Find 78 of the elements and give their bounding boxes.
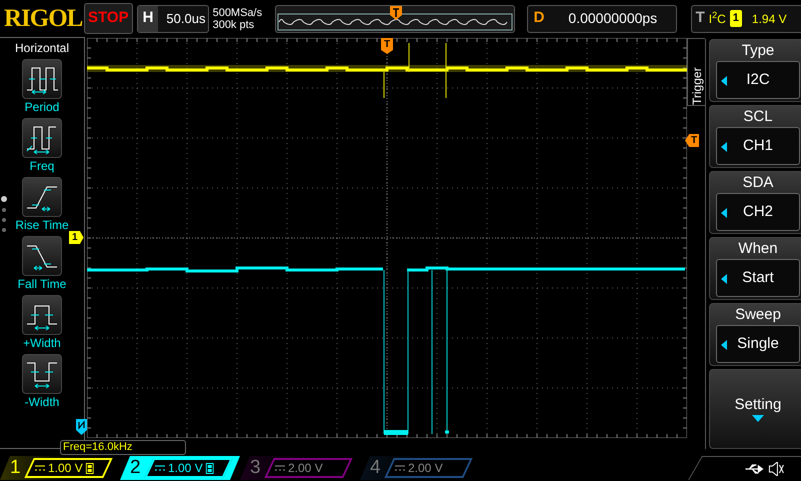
trigger-position-marker: T: [381, 38, 394, 54]
menu-button-title: Setting: [734, 395, 782, 415]
channel-number: 3: [250, 457, 261, 479]
dc-coupling-icon: [394, 465, 405, 471]
page-dot[interactable]: [2, 228, 6, 232]
menu-button[interactable]: Setting: [709, 369, 801, 449]
run-stop-button[interactable]: STOP: [84, 3, 133, 34]
timebase-value: 50.0us: [165, 10, 206, 28]
menu-value: Start: [742, 268, 774, 288]
page-dot[interactable]: [1, 196, 7, 202]
horizontal-label: H: [138, 6, 158, 32]
caret-icon: [721, 76, 727, 86]
measure-button[interactable]: [22, 177, 62, 217]
menu-button[interactable]: Type I2C: [709, 39, 801, 102]
dc-coupling-icon: [34, 465, 45, 471]
measure-label: Fall Time: [18, 276, 66, 292]
channel-number: 1: [10, 457, 21, 479]
speaker-icon: [768, 462, 785, 476]
menu-button-title: SDA: [742, 173, 774, 193]
channel-scale: 2.00 V: [288, 460, 322, 477]
channel-number: 4: [370, 457, 381, 479]
caret-icon: [721, 340, 727, 350]
delay-box[interactable]: D 0.00000000ps: [526, 4, 677, 32]
measure-label: +Width: [23, 335, 61, 351]
menu-button-title: Type: [742, 41, 774, 61]
channel-scale: 2.00 V: [408, 460, 442, 477]
channel-tab[interactable]: 2 1.00 V: [120, 456, 240, 480]
measure-label: Rise Time: [15, 217, 69, 233]
page-dot[interactable]: [2, 208, 6, 212]
measure-label: Period: [24, 99, 60, 115]
menu-button-title: Sweep: [735, 305, 781, 325]
measure-button[interactable]: [22, 354, 62, 394]
trigger-level: 1.94 V: [752, 10, 787, 28]
delay-label: D: [532, 8, 546, 28]
menu-button[interactable]: When Start: [709, 237, 801, 300]
measure-button[interactable]: [22, 118, 62, 158]
trigger-box[interactable]: T I$^{2}$C 1 1.94 V: [690, 4, 801, 32]
menu-title: Horizontal: [14, 40, 70, 57]
caret-icon: [721, 274, 727, 284]
measure-label: -Width: [24, 394, 60, 410]
trigger-position-icon: [390, 6, 402, 20]
bandwidth-limit-icon: [205, 462, 214, 474]
menu-button[interactable]: SCL CH1: [709, 105, 801, 168]
trigger-level-marker: T: [685, 134, 700, 147]
measure-button[interactable]: [22, 295, 62, 335]
menu-title: Trigger: [688, 66, 704, 105]
channel-1-marker: 1: [69, 231, 84, 244]
menu-button-title: SCL: [743, 107, 773, 127]
menu-button[interactable]: Sweep Single: [709, 303, 801, 366]
delay-value: 0.00000000ps: [567, 9, 658, 28]
caret-icon: [752, 415, 764, 423]
sample-rate: 500MSa/s: [212, 6, 264, 18]
menu-value: Single: [737, 334, 779, 354]
trigger-label: T: [696, 8, 705, 28]
trigger-source: 1: [730, 10, 742, 27]
dc-coupling-icon: [154, 465, 165, 471]
measure-label: Freq: [30, 158, 54, 174]
menu-value: CH2: [742, 202, 773, 222]
menu-value: I2C: [746, 70, 770, 90]
trigger-type: I$^{2}$C: [708, 10, 726, 28]
timebase-box[interactable]: H 50.0us: [136, 4, 209, 32]
menu-value: CH1: [742, 136, 773, 156]
usb-icon: [744, 462, 765, 474]
dc-coupling-icon: [274, 465, 285, 471]
measure-button[interactable]: [22, 59, 62, 99]
caret-icon: [721, 208, 727, 218]
channel-scale: 1.00 V: [168, 460, 202, 477]
channel-number: 2: [130, 457, 141, 479]
page-dot[interactable]: [2, 218, 6, 222]
measure-button[interactable]: [22, 236, 62, 276]
caret-icon: [721, 142, 727, 152]
measurement-readout: Freq=16.0kHz: [60, 440, 186, 455]
menu-button[interactable]: SDA CH2: [709, 171, 801, 234]
menu-button-title: When: [738, 239, 778, 259]
memory-depth: 300k pts: [212, 18, 256, 30]
bandwidth-limit-icon: [85, 462, 94, 474]
channel-scale: 1.00 V: [48, 460, 82, 477]
brand-logo: RIGOL: [4, 4, 80, 34]
